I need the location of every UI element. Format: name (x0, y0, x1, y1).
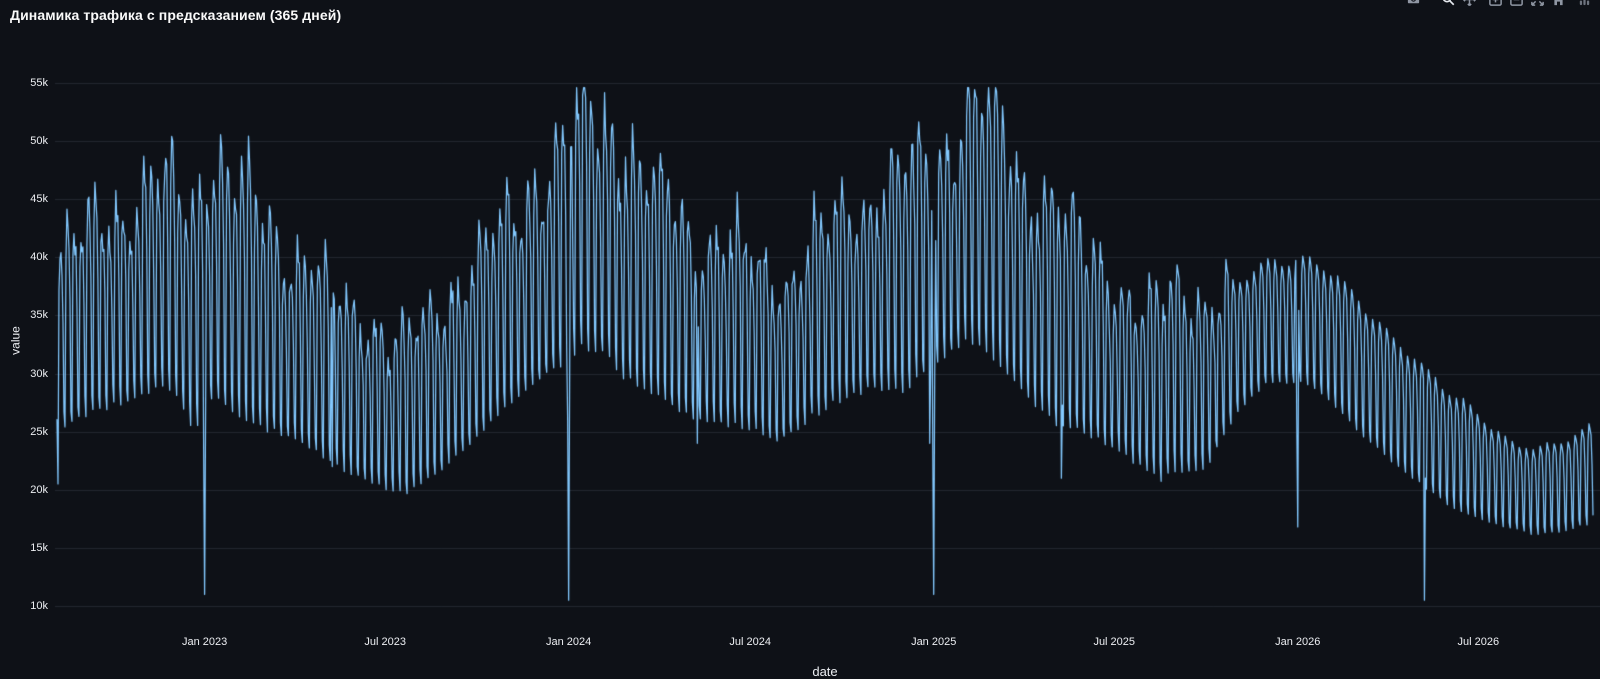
y-tick-label: 35k (0, 308, 48, 322)
x-tick-label: Jul 2025 (1072, 635, 1156, 649)
zoom-out-icon[interactable] (1506, 0, 1527, 9)
x-tick-label: Jan 2024 (527, 635, 611, 649)
x-tick-label: Jan 2025 (892, 635, 976, 649)
reset-axes-icon[interactable] (1548, 0, 1569, 9)
x-tick-label: Jul 2026 (1436, 635, 1520, 649)
y-tick-label: 20k (0, 483, 48, 497)
y-tick-label: 10k (0, 599, 48, 613)
y-tick-label: 30k (0, 367, 48, 381)
plotly-modebar (1403, 0, 1595, 9)
y-tick-label: 40k (0, 250, 48, 264)
y-tick-label: 50k (0, 134, 48, 148)
zoom-icon[interactable] (1438, 0, 1459, 9)
y-tick-label: 45k (0, 192, 48, 206)
x-tick-label: Jan 2023 (163, 635, 247, 649)
chart-title: Динамика трафика с предсказанием (365 дн… (10, 7, 341, 23)
y-axis-title: value (9, 310, 24, 372)
x-tick-label: Jan 2026 (1256, 635, 1340, 649)
autoscale-icon[interactable] (1527, 0, 1548, 9)
y-tick-label: 55k (0, 76, 48, 90)
x-tick-label: Jul 2024 (708, 635, 792, 649)
y-tick-label: 15k (0, 541, 48, 555)
plotly-logo-icon[interactable] (1574, 0, 1595, 9)
x-tick-label: Jul 2023 (343, 635, 427, 649)
pan-icon[interactable] (1459, 0, 1480, 9)
traffic-forecast-chart: Динамика трафика с предсказанием (365 дн… (0, 0, 1600, 672)
camera-icon[interactable] (1403, 0, 1424, 9)
plot-area[interactable] (0, 0, 1600, 672)
zoom-in-icon[interactable] (1485, 0, 1506, 9)
y-tick-label: 25k (0, 425, 48, 439)
